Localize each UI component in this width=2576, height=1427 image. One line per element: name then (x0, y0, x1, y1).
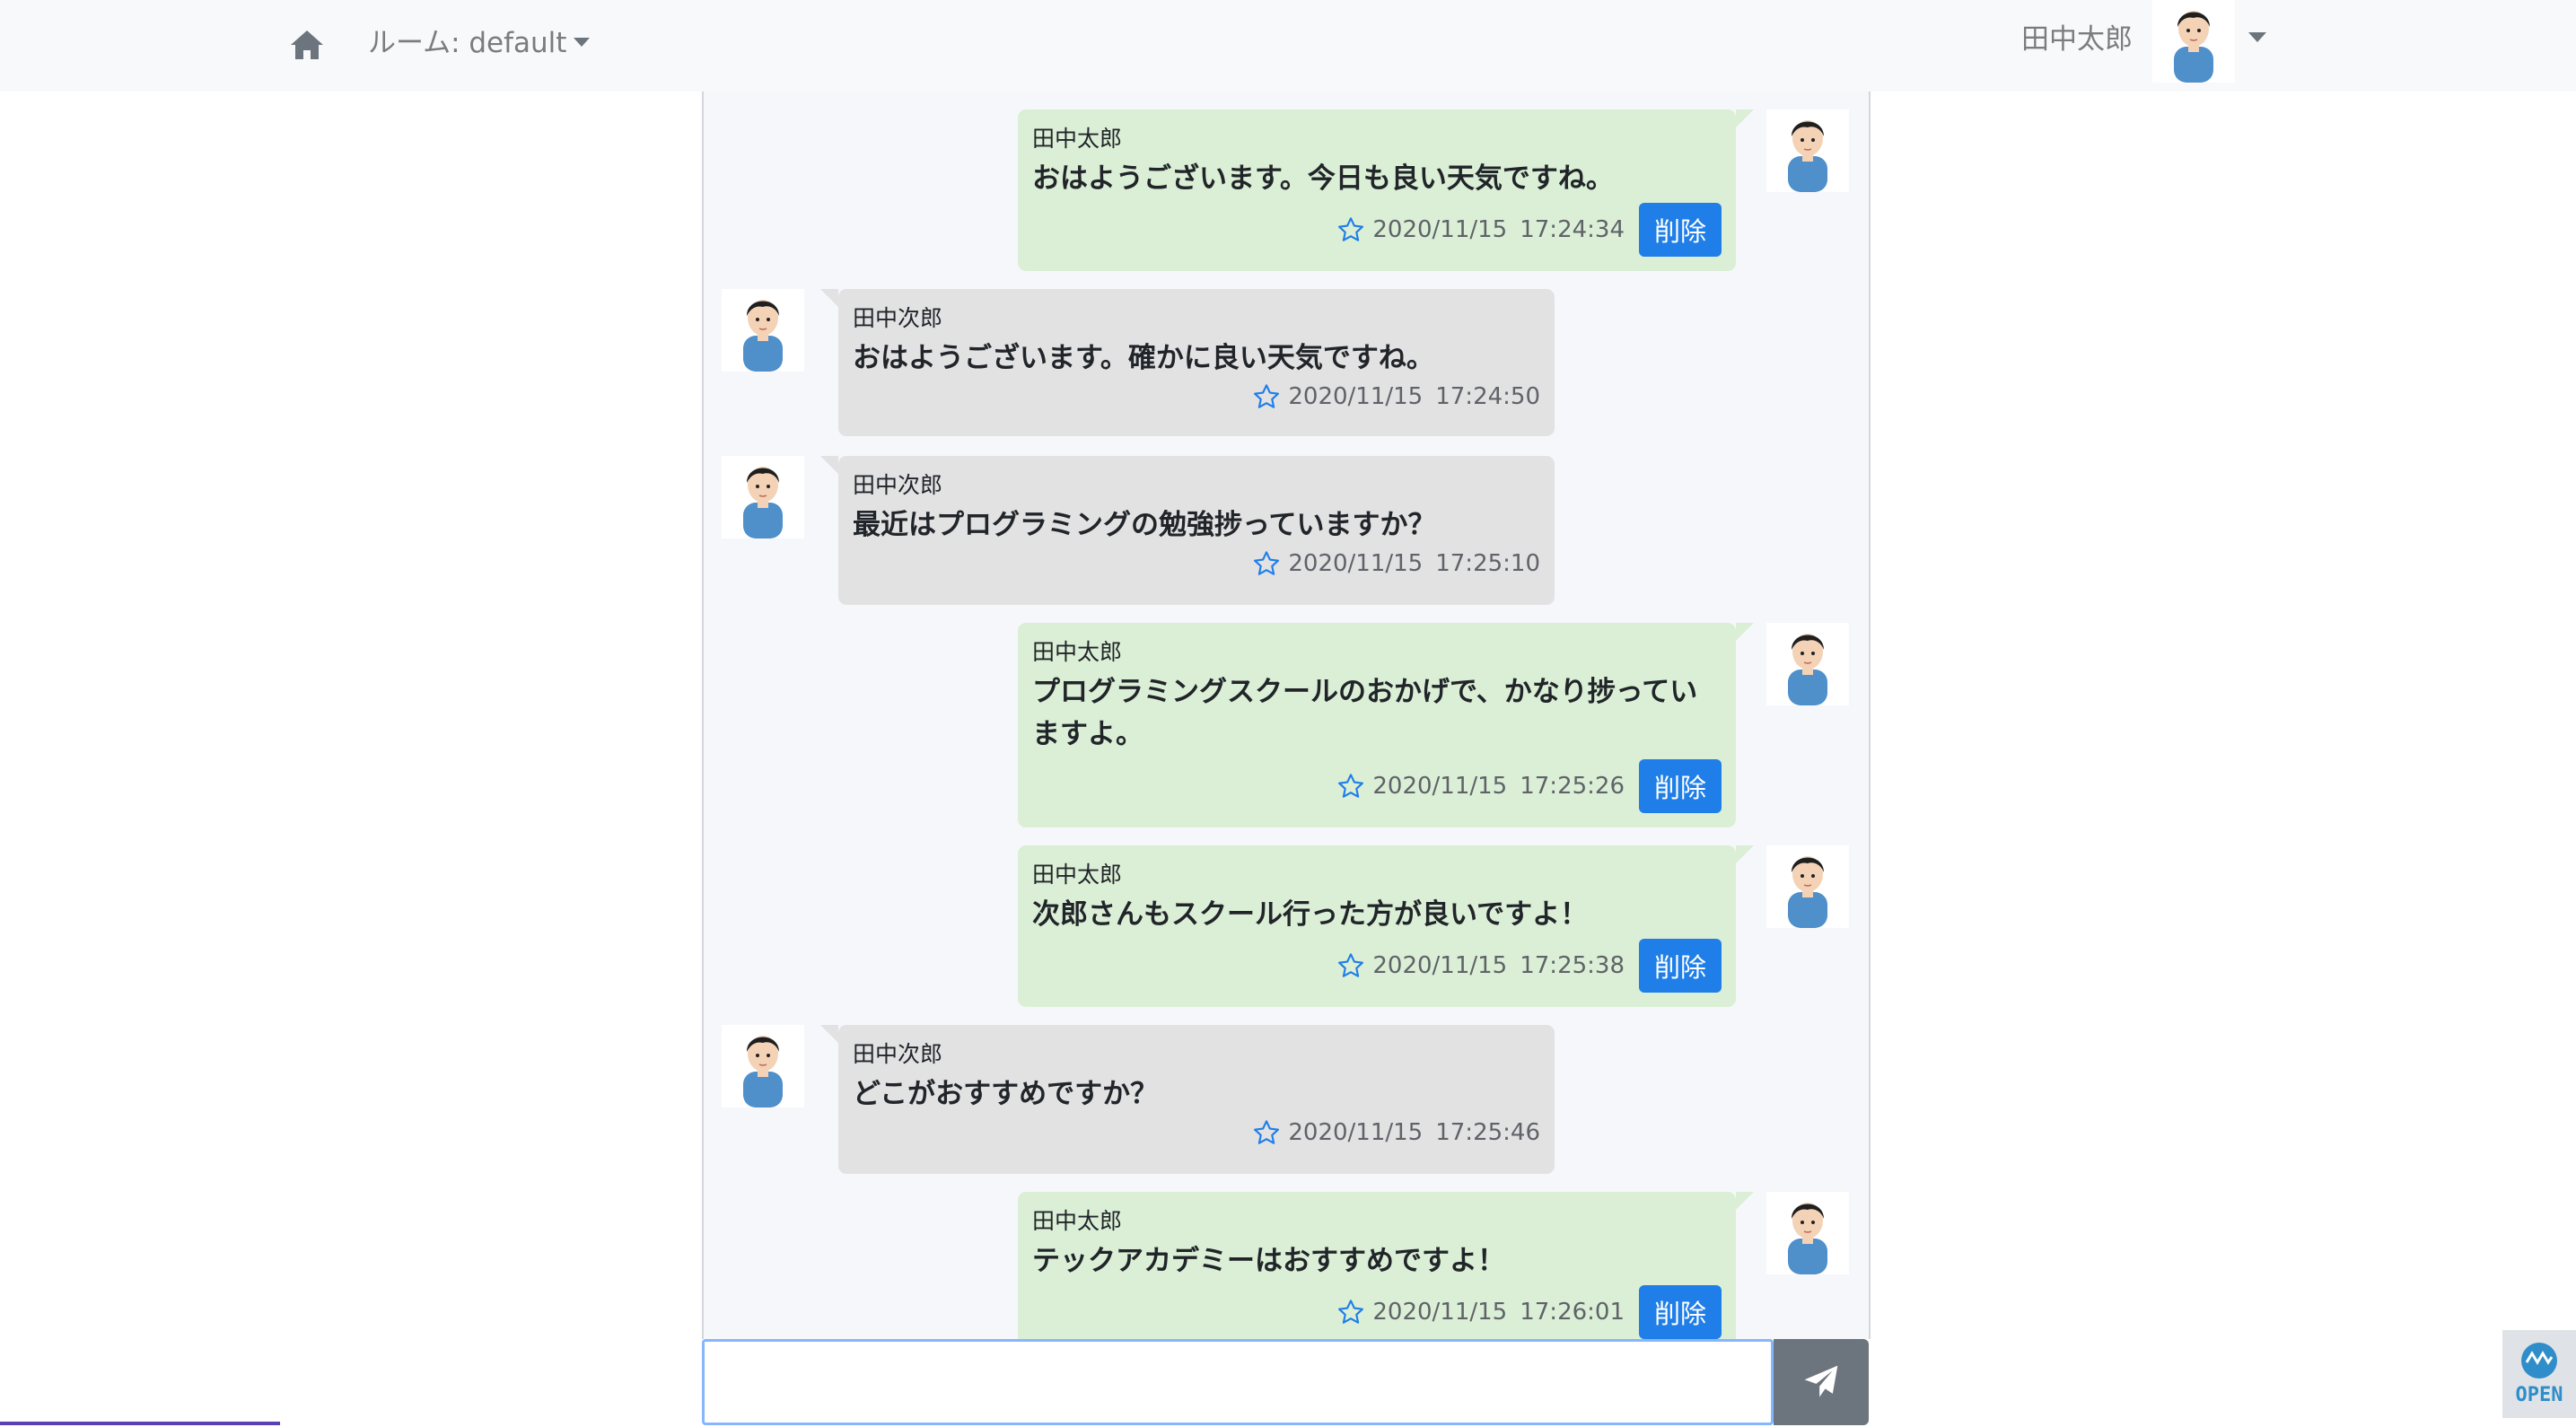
avatar (722, 289, 804, 372)
message-date: 2020/11/15 (1372, 773, 1508, 800)
message-time: 17:25:26 (1520, 773, 1625, 800)
user-avatar-icon (743, 300, 783, 372)
message-bubble: 田中太郎 次郎さんもスクール行った方が良いですよ！ 2020/11/15 17:… (1018, 845, 1754, 1007)
star-icon[interactable] (1252, 1118, 1281, 1147)
avatar (1766, 109, 1849, 192)
avatar (1766, 845, 1849, 928)
message-bubble: 田中次郎 どこがおすすめですか？ 2020/11/15 17:25:46 (820, 1025, 1555, 1174)
star-icon[interactable] (1336, 215, 1365, 244)
navbar: ルーム: default 田中太郎 (0, 0, 2576, 92)
message-date: 2020/11/15 (1372, 1299, 1508, 1326)
message-item: 田中太郎 おはようございます。今日も良い天気ですね。 2020/11/15 17… (704, 109, 1869, 273)
user-avatar-icon (1788, 634, 1827, 705)
page-progress-bar (0, 1422, 280, 1425)
paper-plane-icon (1804, 1365, 1838, 1397)
avatar (1766, 623, 1849, 705)
message-item: 田中太郎 テックアカデミーはおすすめですよ！ 2020/11/15 17:26:… (704, 1192, 1869, 1339)
current-user-name: 田中太郎 (2021, 23, 2133, 56)
message-time: 17:25:38 (1520, 952, 1625, 979)
message-sender: 田中次郎 (853, 305, 943, 331)
star-icon[interactable] (1252, 382, 1281, 411)
message-bubble: 田中太郎 おはようございます。今日も良い天気ですね。 2020/11/15 17… (1018, 109, 1754, 271)
message-sender: 田中太郎 (1032, 639, 1123, 665)
message-text: プログラミングスクールのおかげで、かなり捗っていますよ。 (1032, 676, 1698, 750)
star-icon[interactable] (1336, 1298, 1365, 1326)
open-widget[interactable]: OPEN (2502, 1330, 2576, 1418)
message-item: 田中次郎 どこがおすすめですか？ 2020/11/15 17:25:46 (704, 1025, 1869, 1174)
message-date: 2020/11/15 (1372, 216, 1508, 243)
message-text: テックアカデミーはおすすめですよ！ (1032, 1245, 1505, 1277)
send-button[interactable] (1774, 1339, 1869, 1425)
user-avatar-icon (743, 1036, 783, 1107)
home-link[interactable] (289, 27, 325, 63)
chat-messages-panel[interactable]: 田中太郎 おはようございます。今日も良い天気ですね。 2020/11/15 17… (702, 92, 1871, 1339)
caret-down-icon (574, 38, 591, 47)
message-date: 2020/11/15 (1288, 1119, 1424, 1146)
user-avatar-icon (1788, 120, 1827, 192)
avatar (722, 1025, 804, 1107)
message-item: 田中太郎 プログラミングスクールのおかげで、かなり捗っていますよ。 2020/1… (704, 623, 1869, 829)
open-widget-label: OPEN (2515, 1384, 2563, 1406)
user-avatar-icon (1788, 856, 1827, 928)
message-time: 17:25:46 (1435, 1119, 1540, 1146)
message-sender: 田中次郎 (853, 472, 943, 498)
message-sender: 田中太郎 (1032, 126, 1123, 152)
message-date: 2020/11/15 (1372, 952, 1508, 979)
delete-button[interactable]: 削除 (1639, 1285, 1722, 1339)
avatar (722, 456, 804, 538)
delete-button[interactable]: 削除 (1639, 203, 1722, 257)
message-text: 次郎さんもスクール行った方が良いですよ！ (1032, 898, 1589, 931)
star-icon[interactable] (1336, 951, 1365, 980)
avatar (1766, 1192, 1849, 1274)
message-time: 17:26:01 (1520, 1299, 1625, 1326)
message-sender: 田中太郎 (1032, 1208, 1123, 1234)
message-item: 田中次郎 おはようございます。確かに良い天気ですね。 2020/11/15 17… (704, 289, 1869, 438)
user-avatar-icon (1788, 1203, 1827, 1274)
message-bubble: 田中太郎 テックアカデミーはおすすめですよ！ 2020/11/15 17:26:… (1018, 1192, 1754, 1339)
message-bubble: 田中次郎 おはようございます。確かに良い天気ですね。 2020/11/15 17… (820, 289, 1555, 436)
message-bubble: 田中次郎 最近はプログラミングの勉強捗っていますか？ 2020/11/15 17… (820, 456, 1555, 605)
star-icon[interactable] (1252, 549, 1281, 578)
user-avatar-icon (743, 467, 783, 538)
message-sender: 田中太郎 (1032, 862, 1123, 888)
message-time: 17:25:10 (1435, 550, 1540, 577)
message-text: おはようございます。今日も良い天気ですね。 (1032, 162, 1614, 195)
delete-button[interactable]: 削除 (1639, 939, 1722, 993)
message-date: 2020/11/15 (1288, 550, 1424, 577)
delete-button[interactable]: 削除 (1639, 759, 1722, 813)
user-avatar[interactable] (2152, 0, 2235, 83)
user-avatar-icon (2174, 11, 2213, 83)
home-icon (291, 31, 323, 59)
message-item: 田中太郎 次郎さんもスクール行った方が良いですよ！ 2020/11/15 17:… (704, 845, 1869, 1009)
message-sender: 田中次郎 (853, 1041, 943, 1067)
user-menu-caret-icon[interactable] (2248, 32, 2266, 42)
room-dropdown[interactable]: ルーム: default (368, 24, 591, 62)
star-icon[interactable] (1336, 772, 1365, 801)
message-item: 田中次郎 最近はプログラミングの勉強捗っていますか？ 2020/11/15 17… (704, 456, 1869, 605)
message-time: 17:24:50 (1435, 383, 1540, 410)
message-bubble: 田中太郎 プログラミングスクールのおかげで、かなり捗っていますよ。 2020/1… (1018, 623, 1754, 827)
room-dropdown-label: ルーム: default (368, 27, 567, 59)
open-widget-icon (2521, 1343, 2557, 1379)
message-time: 17:24:34 (1520, 216, 1625, 243)
message-date: 2020/11/15 (1288, 383, 1424, 410)
message-input[interactable] (702, 1339, 1774, 1425)
